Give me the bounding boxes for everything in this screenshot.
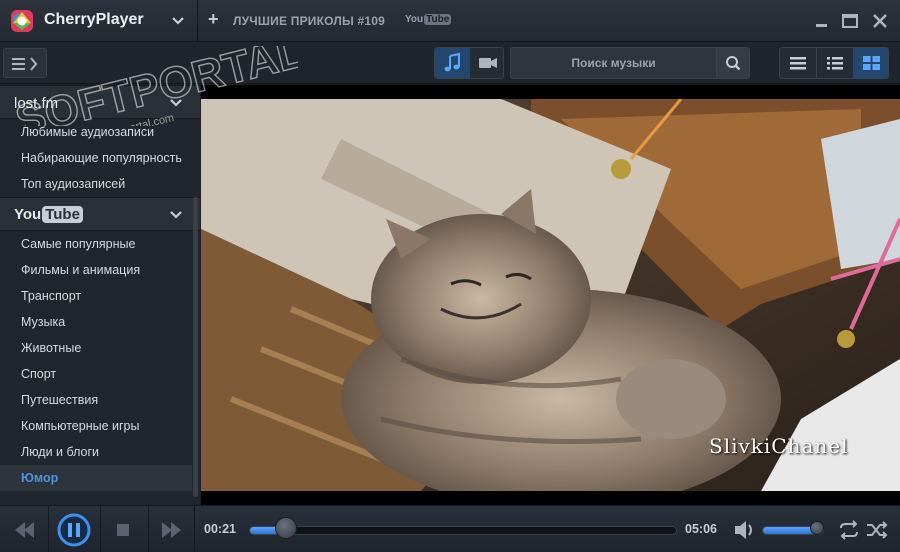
title-bar: CherryPlayer + ЛУЧШИЕ ПРИКОЛЫ #109 You Tu… bbox=[0, 0, 900, 42]
now-playing-title: ЛУЧШИЕ ПРИКОЛЫ #109 bbox=[233, 14, 385, 28]
sidebar-item-sports[interactable]: Спорт bbox=[0, 361, 192, 387]
media-mode-switch bbox=[434, 47, 504, 79]
minimize-icon[interactable] bbox=[812, 11, 832, 31]
yt-you-text: You bbox=[405, 14, 424, 25]
music-note-icon bbox=[444, 52, 460, 72]
pause-button[interactable] bbox=[54, 512, 94, 548]
control-separator bbox=[148, 506, 149, 552]
sidebar-item-autos[interactable]: Транспорт bbox=[0, 283, 192, 309]
seek-bar[interactable] bbox=[249, 526, 677, 535]
video-frame-kitten-image bbox=[201, 99, 900, 491]
control-separator bbox=[194, 506, 195, 552]
sidebar-item-film-animation[interactable]: Фильмы и анимация bbox=[0, 257, 192, 283]
control-separator bbox=[48, 506, 49, 552]
yt-tube-text: Tube bbox=[424, 14, 452, 25]
sidebar-scrollbar[interactable] bbox=[193, 197, 198, 497]
music-mode-button[interactable] bbox=[435, 48, 470, 78]
now-playing-source-logo: You Tube bbox=[405, 14, 452, 25]
app-menu-chevron-icon[interactable] bbox=[170, 12, 186, 28]
sidebar-item-animals[interactable]: Животные bbox=[0, 335, 192, 361]
elapsed-time: 00:21 bbox=[204, 522, 236, 536]
sidebar-item-top-tracks[interactable]: Топ аудиозаписей bbox=[0, 171, 192, 197]
control-separator bbox=[100, 506, 101, 552]
youtube-tube-text: Tube bbox=[42, 206, 83, 223]
lastfm-section-header[interactable]: lost.fm bbox=[0, 85, 200, 119]
youtube-section-header[interactable]: You Tube bbox=[0, 197, 200, 231]
player-controls: 00:21 05:06 bbox=[0, 505, 900, 552]
sidebar-item-comedy[interactable]: Юмор bbox=[0, 465, 192, 491]
list-view-icon bbox=[790, 57, 806, 70]
sidebar-toggle-button[interactable] bbox=[3, 48, 47, 78]
sidebar-item-most-popular[interactable]: Самые популярные bbox=[0, 231, 192, 257]
seek-bar-handle[interactable] bbox=[275, 517, 298, 539]
sidebar-item-gaming[interactable]: Компьютерные игры bbox=[0, 413, 192, 439]
next-track-icon[interactable] bbox=[152, 512, 192, 548]
volume-icon[interactable] bbox=[731, 516, 757, 544]
add-icon[interactable]: + bbox=[208, 9, 219, 30]
search-input[interactable] bbox=[511, 48, 716, 78]
video-mode-button[interactable] bbox=[470, 48, 503, 78]
close-icon[interactable] bbox=[870, 11, 890, 31]
grid-view-button[interactable] bbox=[853, 48, 888, 78]
previous-track-icon[interactable] bbox=[6, 512, 46, 548]
youtube-logo: You Tube bbox=[14, 206, 83, 223]
video-camera-icon bbox=[479, 58, 497, 68]
search-icon bbox=[726, 56, 741, 71]
volume-level bbox=[763, 527, 817, 534]
detail-view-button[interactable] bbox=[816, 48, 853, 78]
shuffle-icon[interactable] bbox=[864, 516, 890, 544]
app-name: CherryPlayer bbox=[44, 11, 144, 28]
sidebar-item-travel[interactable]: Путешествия bbox=[0, 387, 192, 413]
toolbar bbox=[0, 42, 900, 84]
search-box bbox=[510, 47, 750, 79]
maximize-icon[interactable] bbox=[840, 11, 860, 31]
sidebar: lost.fm Любимые аудиозаписи Набирающие п… bbox=[0, 85, 200, 505]
sidebar-item-trending[interactable]: Набирающие популярность bbox=[0, 145, 192, 171]
detail-list-icon bbox=[827, 57, 843, 70]
video-caption: SlivkiChanel bbox=[709, 434, 849, 458]
title-separator bbox=[197, 0, 198, 42]
sidebar-item-people-blogs[interactable]: Люди и блоги bbox=[0, 439, 192, 465]
sidebar-item-favorite-tracks[interactable]: Любимые аудиозаписи bbox=[0, 119, 192, 145]
stop-icon[interactable] bbox=[105, 512, 141, 548]
video-player-area[interactable]: SlivkiChanel bbox=[201, 85, 900, 505]
grid-view-icon bbox=[863, 56, 880, 70]
chevron-down-icon bbox=[170, 99, 182, 107]
youtube-you-text: You bbox=[14, 206, 42, 223]
volume-handle[interactable] bbox=[810, 521, 824, 535]
repeat-icon[interactable] bbox=[836, 516, 862, 544]
view-mode-switch bbox=[779, 47, 889, 79]
chevron-down-icon bbox=[170, 211, 182, 219]
search-button[interactable] bbox=[716, 48, 749, 78]
list-view-button[interactable] bbox=[780, 48, 816, 78]
sidebar-item-music[interactable]: Музыка bbox=[0, 309, 192, 335]
total-duration: 05:06 bbox=[685, 522, 717, 536]
lastfm-logo: lost.fm bbox=[14, 95, 59, 112]
cherry-logo-icon bbox=[11, 10, 33, 32]
hamburger-icon bbox=[12, 57, 38, 71]
